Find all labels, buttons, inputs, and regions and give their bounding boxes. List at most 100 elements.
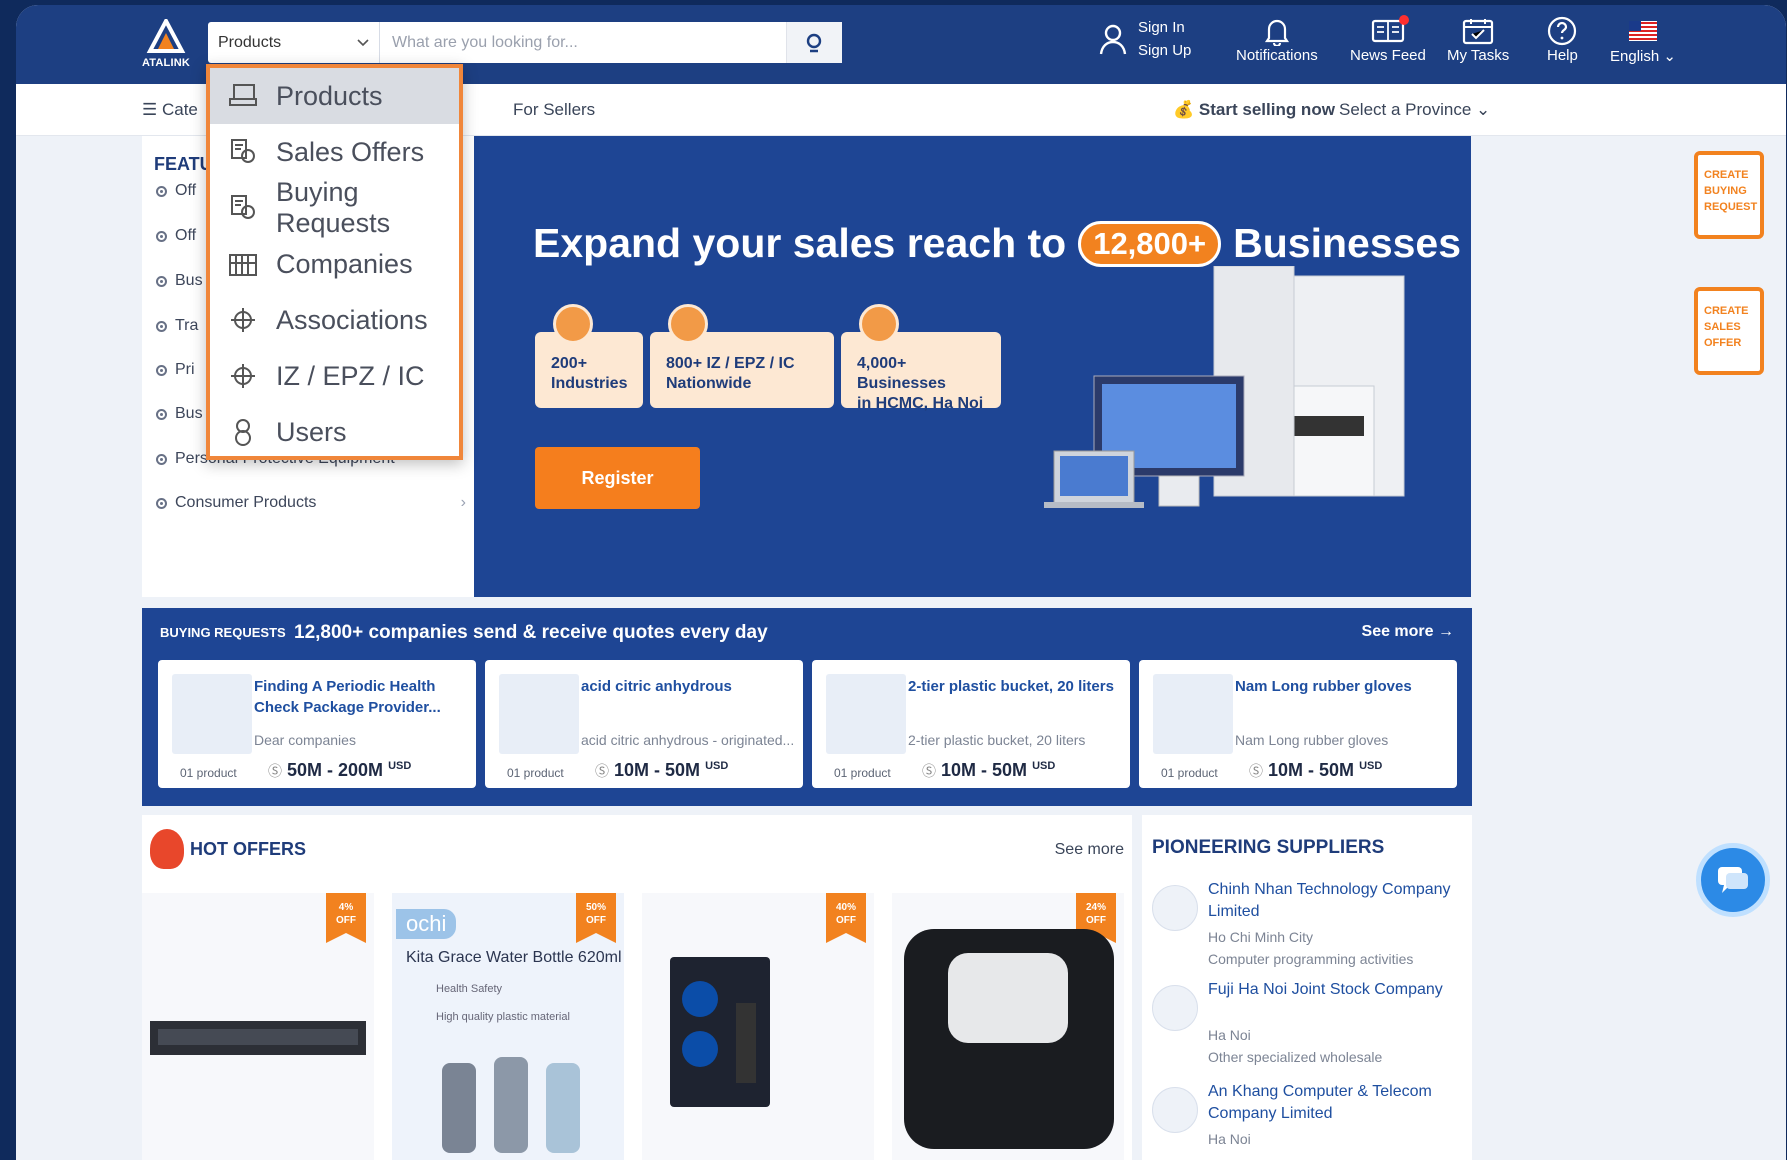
dropdown-option-sales-offers[interactable]: Sales Offers (210, 124, 459, 180)
province-select[interactable]: Select a Province ⌄ (1339, 100, 1490, 120)
bullet-icon (156, 497, 167, 509)
help-button[interactable]: Help (1547, 15, 1578, 64)
language-label: English (1610, 48, 1660, 65)
request-title: 2-tier plastic bucket, 20 liters (908, 678, 1114, 695)
supplier-city: Ho Chi Minh City (1208, 929, 1314, 945)
supplier-item[interactable]: An Khang Computer & Telecom Company Limi… (1152, 1081, 1468, 1147)
news-feed-button[interactable]: News Feed (1350, 15, 1426, 64)
logo-mark-icon (146, 19, 186, 53)
discount-badge: 50% OFF (576, 893, 616, 943)
users-icon (235, 419, 251, 446)
search-icon (806, 33, 821, 52)
for-sellers-link[interactable]: For Sellers (513, 100, 595, 120)
bullet-icon (156, 320, 167, 332)
request-thumbnail (826, 674, 906, 754)
hero-banner: Expand your sales reach to 12,800+ Busin… (474, 136, 1471, 597)
create-sales-offer-button[interactable]: CREATE SALES OFFER (1694, 287, 1764, 375)
bullet-icon (156, 230, 167, 242)
categories-menu[interactable]: ☰ Cate (142, 100, 198, 120)
supplier-logo (1152, 1087, 1198, 1133)
stat-industries: 200+ Industries (535, 304, 643, 408)
coin-icon: Ⓢ (595, 763, 609, 779)
help-label: Help (1547, 47, 1578, 64)
stat-iz-epz-ic: 800+ IZ / EPZ / IC Nationwide (650, 304, 834, 408)
news-feed-label: News Feed (1350, 47, 1426, 64)
coin-icon: Ⓢ (922, 763, 936, 779)
brand-name: ATALINK (141, 57, 191, 69)
chevron-down-icon (357, 38, 369, 46)
buying-request-card[interactable]: Finding A Periodic Health Check Package … (158, 660, 476, 788)
industries-icon (553, 304, 593, 344)
supplier-logo (1152, 985, 1198, 1031)
sign-in-link[interactable]: Sign In (1138, 19, 1191, 36)
sign-up-link[interactable]: Sign Up (1138, 42, 1191, 59)
request-thumbnail (499, 674, 579, 754)
coin-icon: Ⓢ (268, 763, 282, 779)
request-thumbnail (172, 674, 252, 754)
my-tasks-label: My Tasks (1447, 47, 1510, 64)
supplier-logo (1152, 885, 1198, 931)
buying-request-card[interactable]: 2-tier plastic bucket, 20 liters 2-tier … (812, 660, 1130, 788)
buildings-icon (859, 304, 899, 344)
dropdown-option-buying-requests[interactable]: Buying Requests (210, 177, 459, 238)
app-frame: ATALINK Products Sign In Sign Up Notific… (16, 5, 1786, 1160)
language-select[interactable]: English ⌄ (1610, 15, 1676, 65)
hot-offer-product[interactable]: 24% OFF (892, 893, 1124, 1160)
start-selling-link[interactable]: 💰 Start selling now (1173, 100, 1335, 120)
request-desc: Dear companies (254, 732, 356, 748)
companies-icon (229, 254, 257, 276)
start-selling-label: Start selling now (1198, 100, 1335, 119)
dropdown-option-iz-epz-ic[interactable]: IZ / EPZ / IC (210, 348, 459, 404)
motion-sensor-image (904, 929, 1114, 1149)
pioneering-title: PIONEERING SUPPLIERS (1152, 837, 1385, 858)
bullet-icon (156, 275, 167, 287)
create-buying-request-button[interactable]: CREATE BUYING REQUEST (1694, 151, 1764, 239)
search-input[interactable] (380, 22, 786, 63)
request-price: Ⓢ 50M - 200M USD (268, 760, 412, 780)
buying-requests-see-more[interactable]: See more → (1362, 623, 1454, 641)
hot-offer-product[interactable]: 40% OFF (642, 893, 874, 1160)
dropdown-option-associations[interactable]: Associations (210, 292, 459, 348)
request-desc: acid citric anhydrous - originated... (581, 732, 795, 748)
request-thumbnail (1153, 674, 1233, 754)
money-bag-icon: 💰 (1173, 100, 1195, 119)
product-feature: Health Safety (436, 983, 503, 995)
my-tasks-button[interactable]: My Tasks (1447, 15, 1509, 64)
us-flag-icon (1628, 21, 1657, 41)
products-icon (229, 84, 257, 106)
search-category-select[interactable]: Products (208, 22, 380, 63)
server-image (150, 1021, 366, 1055)
dropdown-option-companies[interactable]: Companies (210, 236, 459, 292)
water-bottles-image (442, 1057, 580, 1153)
hot-offer-product[interactable]: ochi 50% OFF Kita Grace Water Bottle 620… (392, 893, 624, 1160)
province-label: Select a Province (1339, 100, 1472, 119)
account-links: Sign In Sign Up (1098, 19, 1191, 59)
office-equipment-illustration (1044, 266, 1405, 508)
request-title: Nam Long rubber gloves (1235, 678, 1412, 695)
notifications-button[interactable]: Notifications (1236, 15, 1318, 64)
request-qty: 01 product (507, 766, 564, 780)
hot-offers-title: HOT OFFERS (190, 839, 306, 859)
hot-offers-see-more[interactable]: See more (1055, 841, 1124, 859)
buying-request-card[interactable]: acid citric anhydrous acid citric anhydr… (485, 660, 803, 788)
dropdown-option-products[interactable]: Products (210, 68, 459, 124)
search-category-dropdown: Products Sales Offers Buying Requests Co… (206, 64, 463, 460)
supplier-item[interactable]: Chinh Nhan Technology Company Limited Ho… (1152, 879, 1468, 967)
search-button[interactable] (786, 22, 842, 63)
buying-request-card[interactable]: Nam Long rubber gloves Nam Long rubber g… (1139, 660, 1457, 788)
buying-requests-section: BUYING REQUESTS 12,800+ companies send &… (142, 608, 1472, 806)
hot-offers-section: HOT OFFERS See more 4% OFF ochi 50% OFF … (142, 815, 1132, 1160)
product-caption: Kita Grace Water Bottle 620ml (406, 949, 622, 966)
chat-button[interactable] (1696, 843, 1770, 917)
request-title: Finding A Periodic Health Check Package … (254, 678, 441, 716)
sales-offers-icon (231, 139, 255, 163)
supplier-name: An Khang Computer & Telecom Company Limi… (1208, 1083, 1432, 1122)
hot-offer-product[interactable]: 4% OFF (142, 893, 374, 1160)
dropdown-option-users[interactable]: Users (210, 404, 459, 460)
notifications-label: Notifications (1236, 47, 1318, 64)
supplier-item[interactable]: Fuji Ha Noi Joint Stock Company Ha Noi O… (1152, 979, 1468, 1065)
register-button[interactable]: Register (535, 447, 700, 509)
atalink-logo[interactable]: ATALINK (140, 19, 192, 75)
bullet-icon (156, 408, 167, 420)
sidebar-item-consumer-products[interactable]: Consumer Products › (156, 494, 466, 512)
